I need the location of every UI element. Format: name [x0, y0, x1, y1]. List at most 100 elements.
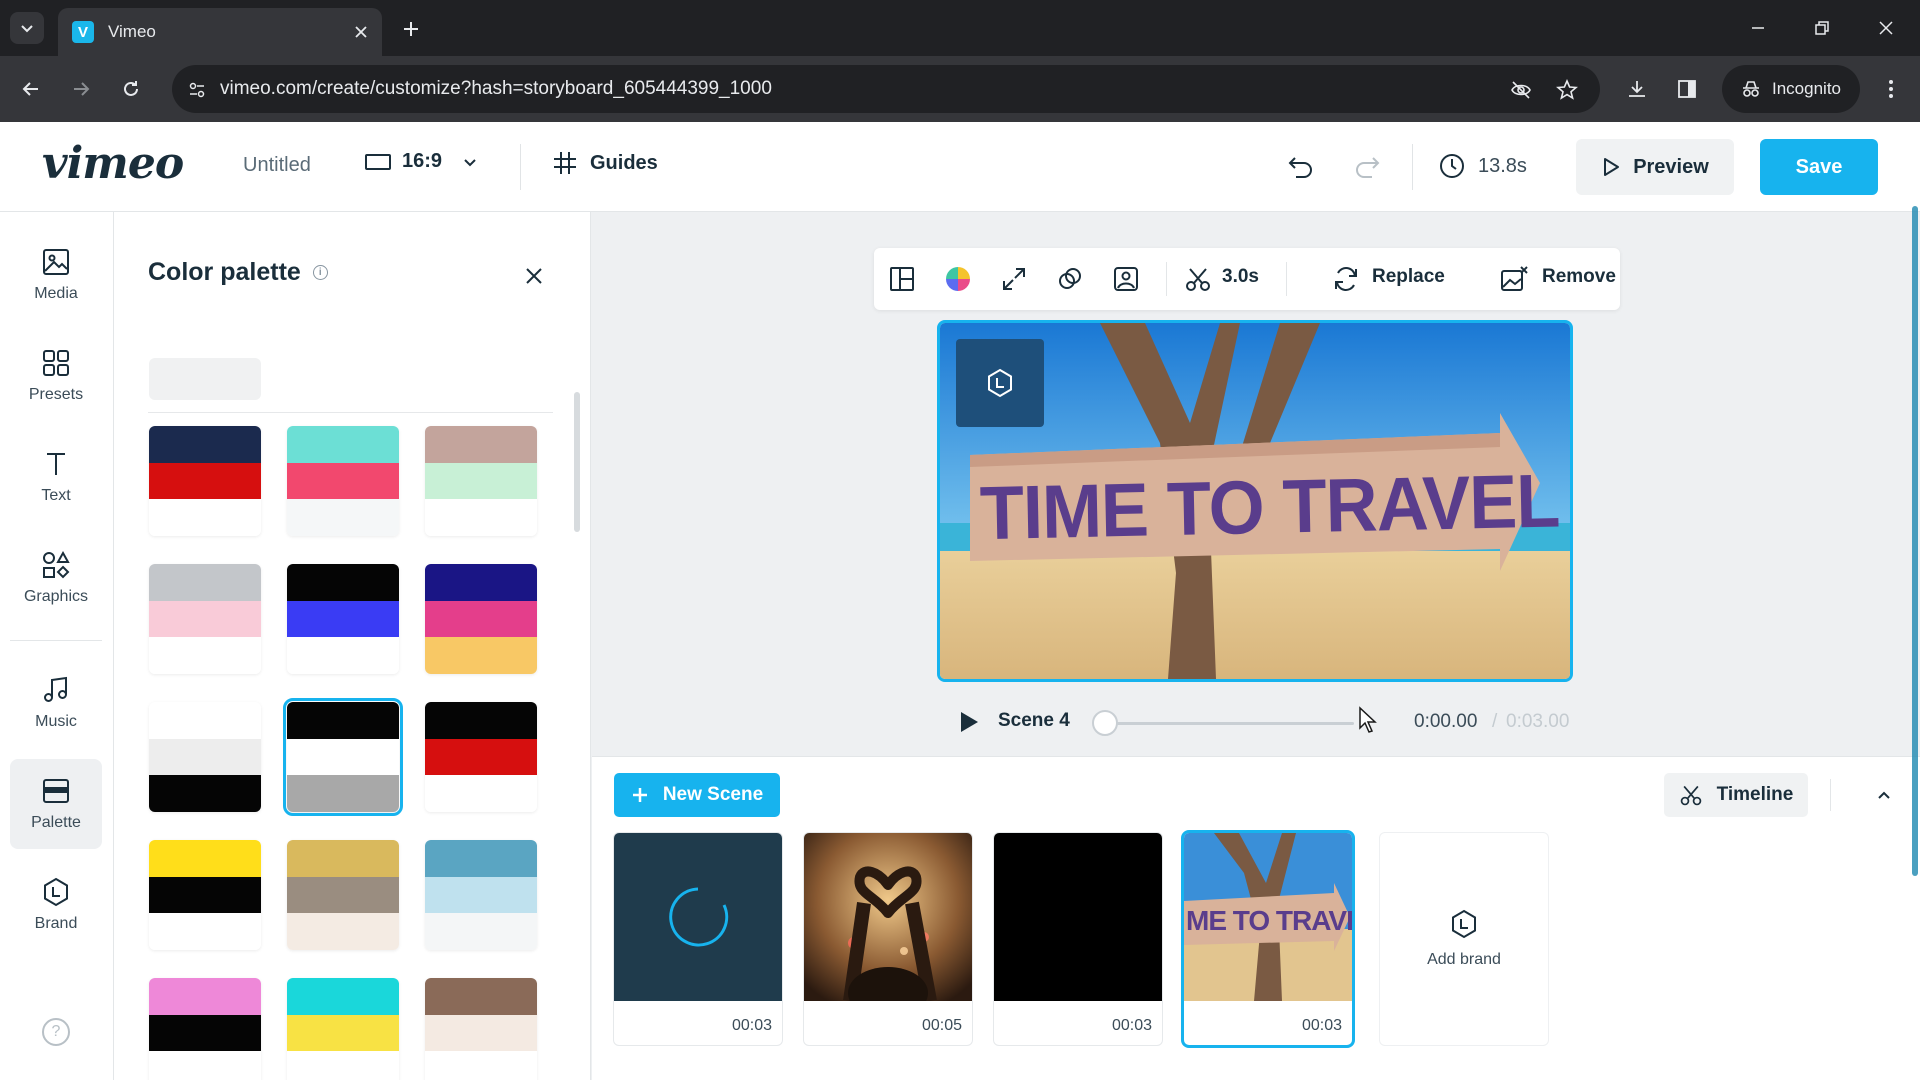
swatch-color-band — [287, 600, 399, 638]
site-settings-icon[interactable] — [184, 77, 210, 103]
play-icon — [961, 712, 978, 732]
undo-button[interactable] — [1284, 150, 1318, 184]
sidebar-item-music[interactable]: Music — [10, 658, 102, 748]
new-tab-button[interactable] — [396, 14, 426, 44]
new-scene-button[interactable]: New Scene — [614, 773, 780, 817]
add-brand-button[interactable]: Add brand — [1380, 833, 1548, 1045]
play-button[interactable] — [958, 710, 980, 734]
sidebar-item-media[interactable]: Media — [10, 230, 102, 320]
swatch-color-band — [287, 775, 399, 812]
swatch-color-band — [149, 564, 261, 601]
layout-button[interactable] — [886, 263, 918, 295]
panel-scrollbar[interactable] — [574, 392, 580, 532]
url-text: vimeo.com/create/customize?hash=storyboa… — [220, 78, 772, 99]
scene-player: Scene 4 0:00.00 / 0:03.00 — [954, 700, 1574, 744]
swatch-color-band — [425, 978, 537, 1015]
minimize-button[interactable] — [1738, 12, 1778, 44]
remove-button[interactable]: Remove — [1542, 266, 1616, 288]
sidebar-item-presets[interactable]: Presets — [10, 331, 102, 421]
panel-close-button[interactable] — [520, 262, 548, 290]
tab-close-icon[interactable] — [354, 25, 368, 39]
preview-button[interactable]: Preview — [1576, 139, 1734, 195]
overlay-button[interactable] — [1054, 263, 1086, 295]
palette-swatch-6[interactable] — [425, 564, 537, 674]
scene-duration: 00:03 — [1111, 1017, 1152, 1034]
swatch-color-band — [149, 702, 261, 739]
side-panel-button[interactable] — [1670, 72, 1704, 106]
page-scrollbar[interactable] — [1912, 206, 1918, 876]
swatch-color-band — [287, 499, 399, 536]
swatch-color-band — [425, 564, 537, 601]
replace-button[interactable]: Replace — [1372, 266, 1445, 288]
save-button[interactable]: Save — [1760, 139, 1878, 195]
project-title[interactable]: Untitled — [243, 154, 311, 177]
download-button[interactable] — [1620, 72, 1654, 106]
palette-swatch-9[interactable] — [425, 702, 537, 812]
swatch-color-band — [149, 738, 261, 776]
palette-swatch-13[interactable] — [149, 978, 261, 1080]
browser-tab[interactable]: V Vimeo — [58, 8, 382, 56]
swatch-color-band — [287, 564, 399, 601]
palette-swatch-11[interactable] — [287, 840, 399, 950]
palette-swatch-7[interactable] — [149, 702, 261, 812]
swatch-color-band — [149, 426, 261, 463]
trim-button[interactable] — [1182, 263, 1214, 295]
scrubber-track[interactable] — [1104, 722, 1354, 725]
browser-menu-button[interactable] — [1874, 72, 1908, 106]
remove-bg-icon[interactable] — [1498, 263, 1530, 295]
thumb-sign-text: ME TO TRAVEL — [1186, 905, 1352, 936]
scene-card-4[interactable]: ME TO TRAVEL 00:03 — [1184, 833, 1352, 1045]
scene-canvas[interactable]: TIME TO TRAVEL — [937, 320, 1573, 682]
replace-icon[interactable] — [1330, 263, 1362, 295]
scene-card-3[interactable]: 00:03 — [994, 833, 1162, 1045]
forward-button[interactable] — [64, 72, 98, 106]
palette-swatch-12[interactable] — [425, 840, 537, 950]
sidebar-item-text[interactable]: Text — [10, 432, 102, 522]
scene-card-2[interactable]: 00:05 — [804, 833, 972, 1045]
incognito-indicator[interactable]: Incognito — [1722, 65, 1860, 113]
collapse-button[interactable] — [1872, 783, 1896, 807]
color-filter-button[interactable] — [942, 263, 974, 295]
tab-search-button[interactable] — [10, 12, 44, 44]
palette-swatch-8[interactable] — [283, 698, 403, 816]
scene-duration[interactable]: 3.0s — [1222, 266, 1259, 288]
redo-button[interactable] — [1350, 150, 1384, 184]
back-button[interactable] — [14, 72, 48, 106]
time-separator: / — [1492, 711, 1498, 732]
palette-swatch-14[interactable] — [287, 978, 399, 1080]
star-icon[interactable] — [1554, 77, 1580, 103]
palette-swatch-5[interactable] — [287, 564, 399, 674]
aspect-ratio-dropdown[interactable]: 16:9 — [364, 150, 478, 173]
swatch-color-band — [149, 978, 261, 1015]
scene-card-1[interactable]: 00:03 — [614, 833, 782, 1045]
timeline-button[interactable]: Timeline — [1664, 773, 1808, 817]
vimeo-logo[interactable]: vimeo — [42, 138, 184, 189]
fit-fill-button[interactable] — [998, 263, 1030, 295]
eye-off-icon[interactable] — [1508, 77, 1534, 103]
palette-swatch-4[interactable] — [149, 564, 261, 674]
swatch-color-band — [425, 775, 537, 812]
help-icon[interactable]: ? — [42, 1018, 70, 1046]
sidebar-item-palette[interactable]: Palette — [10, 759, 102, 849]
sidebar-item-brand[interactable]: Brand — [10, 860, 102, 950]
info-icon[interactable]: i — [312, 265, 328, 280]
palette-swatch-1[interactable] — [149, 426, 261, 536]
address-bar[interactable]: vimeo.com/create/customize?hash=storyboa… — [172, 65, 1600, 113]
guides-button[interactable]: Guides — [552, 150, 658, 176]
window-close-button[interactable] — [1866, 12, 1906, 44]
reload-button[interactable] — [114, 72, 148, 106]
swatch-color-band — [425, 702, 537, 739]
brand-logo-placeholder[interactable] — [956, 339, 1044, 427]
palette-swatch-partial[interactable] — [149, 358, 261, 400]
scrubber-handle[interactable] — [1092, 710, 1118, 736]
brand-hexagon-icon — [1452, 909, 1476, 939]
palette-swatch-15[interactable] — [425, 978, 537, 1080]
sidebar-item-graphics[interactable]: Graphics — [10, 533, 102, 623]
restore-button[interactable] — [1802, 12, 1842, 44]
palette-swatch-3[interactable] — [425, 426, 537, 536]
palette-swatch-2[interactable] — [287, 426, 399, 536]
swatch-color-band — [425, 738, 537, 776]
palette-swatch-10[interactable] — [149, 840, 261, 950]
swatch-color-band — [149, 775, 261, 812]
focus-button[interactable] — [1110, 263, 1142, 295]
